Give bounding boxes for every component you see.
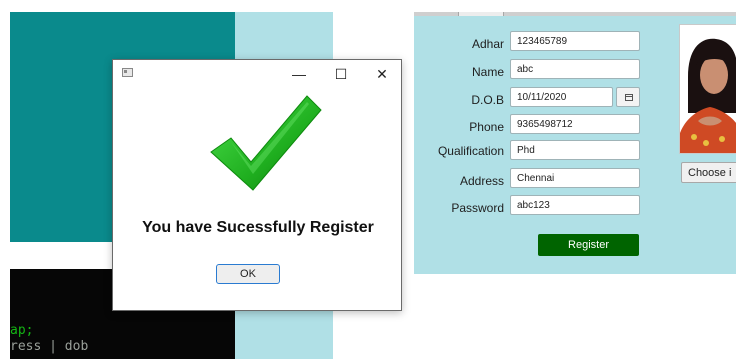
dob-label: D.O.B <box>471 93 504 107</box>
dob-field[interactable]: 10/11/2020 <box>510 87 613 107</box>
maximize-button[interactable]: ☐ <box>326 64 356 84</box>
profile-photo-image <box>680 25 736 153</box>
phone-label: Phone <box>469 120 504 134</box>
close-button[interactable]: ✕ <box>367 64 397 84</box>
ok-button[interactable]: OK <box>216 264 280 284</box>
success-dialog: — ☐ ✕ You have Sucessfully Register OK <box>112 59 402 311</box>
password-label: Password <box>451 201 504 215</box>
minimize-button[interactable]: — <box>284 64 314 84</box>
phone-field[interactable]: 9365498712 <box>510 114 640 134</box>
date-picker-button[interactable] <box>616 87 640 107</box>
app-icon <box>122 68 133 77</box>
address-label: Address <box>459 174 504 188</box>
profile-photo <box>679 24 736 154</box>
checkmark-icon <box>210 95 322 191</box>
name-label: Name <box>471 65 504 79</box>
qualification-label: Qualification <box>437 144 504 158</box>
terminal-line: ress | dob <box>10 339 89 354</box>
address-field[interactable]: Chennai <box>510 168 640 188</box>
calendar-icon <box>625 94 633 101</box>
qualification-field[interactable]: Phd <box>510 140 640 160</box>
terminal-line: ap; <box>10 323 34 338</box>
adhar-label: Adhar <box>471 37 504 51</box>
registration-form-window: Adhar 123465789 Name abc D.O.B 10/11/202… <box>414 12 736 274</box>
choose-image-button[interactable]: Choose i <box>681 162 736 183</box>
tab-active[interactable] <box>458 12 504 16</box>
adhar-field[interactable]: 123465789 <box>510 31 640 51</box>
register-button[interactable]: Register <box>538 234 639 256</box>
success-message: You have Sucessfully Register <box>142 219 374 236</box>
name-field[interactable]: abc <box>510 59 640 79</box>
password-field[interactable]: abc123 <box>510 195 640 215</box>
